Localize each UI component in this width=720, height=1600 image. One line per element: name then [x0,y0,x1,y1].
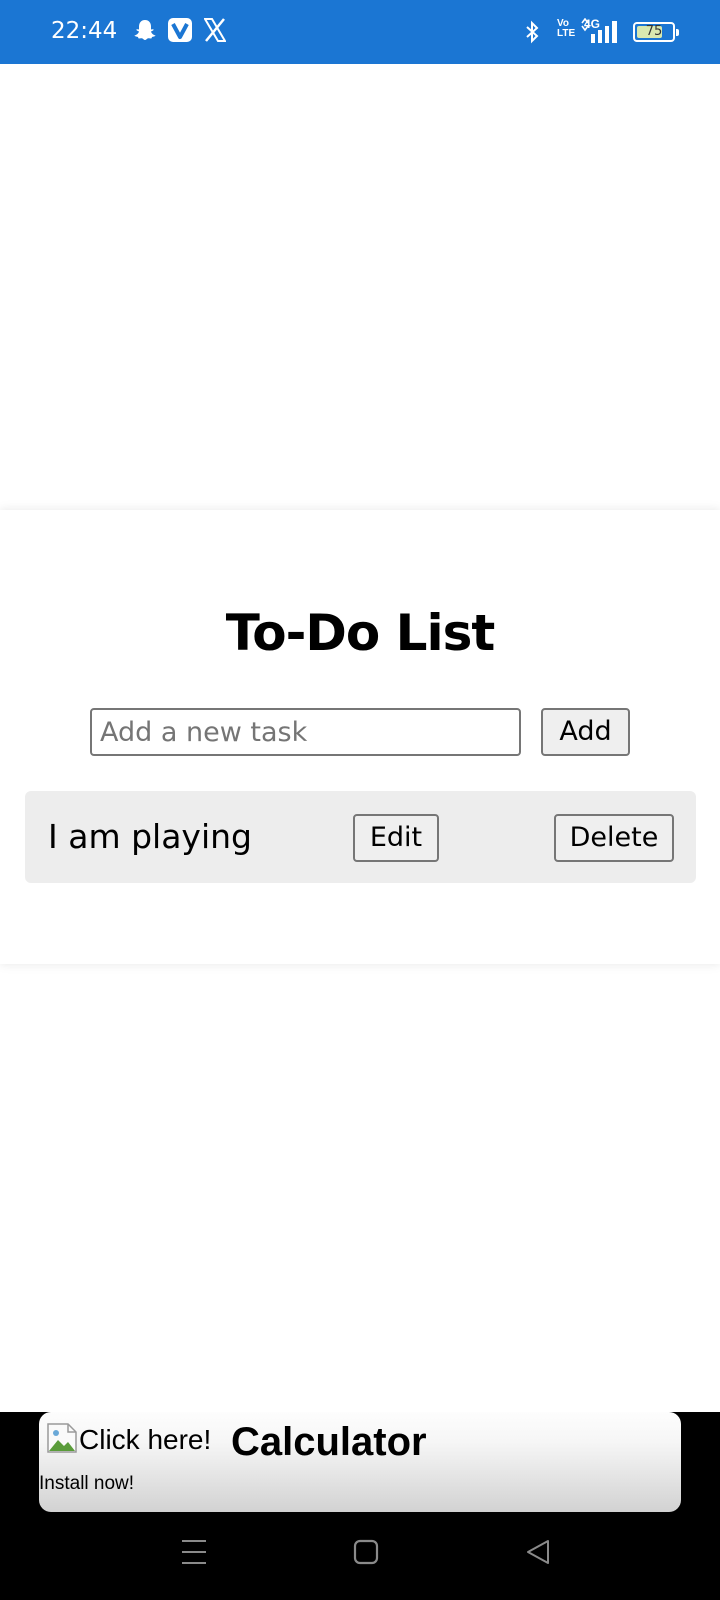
snapchat-icon [133,18,157,49]
status-bar: 22:44 Vo LTE 4G 75 [0,0,720,64]
task-item: I am playing Edit Delete [25,791,696,883]
battery-level: 75 [645,24,663,39]
signal-icon: 4G [580,17,624,49]
ad-install-text[interactable]: Install now! [39,1473,134,1495]
ad-banner[interactable]: Click here! Calculator Install now! [39,1412,681,1512]
page-title: To-Do List [225,604,496,662]
back-icon[interactable] [525,1538,551,1571]
v-app-icon [168,18,192,47]
task-text: I am playing [48,817,252,856]
network-type: 4G [584,17,601,31]
status-time: 22:44 [51,18,118,44]
add-button[interactable]: Add [541,708,630,756]
todo-card: To-Do List Add I am playing Edit Delete [0,510,720,964]
delete-button[interactable]: Delete [554,814,674,862]
volte-icon: Vo LTE [557,18,576,39]
edit-button[interactable]: Edit [353,814,439,862]
menu-icon[interactable] [181,1538,207,1571]
broken-image-icon [46,1422,78,1454]
bluetooth-icon [525,20,539,49]
battery-icon: 75 [633,22,679,42]
ad-title[interactable]: Calculator [231,1420,427,1465]
home-icon[interactable] [353,1538,379,1571]
x-icon [203,18,227,47]
new-task-input[interactable] [90,708,521,756]
ad-image-alt-text[interactable]: Click here! [79,1424,211,1456]
